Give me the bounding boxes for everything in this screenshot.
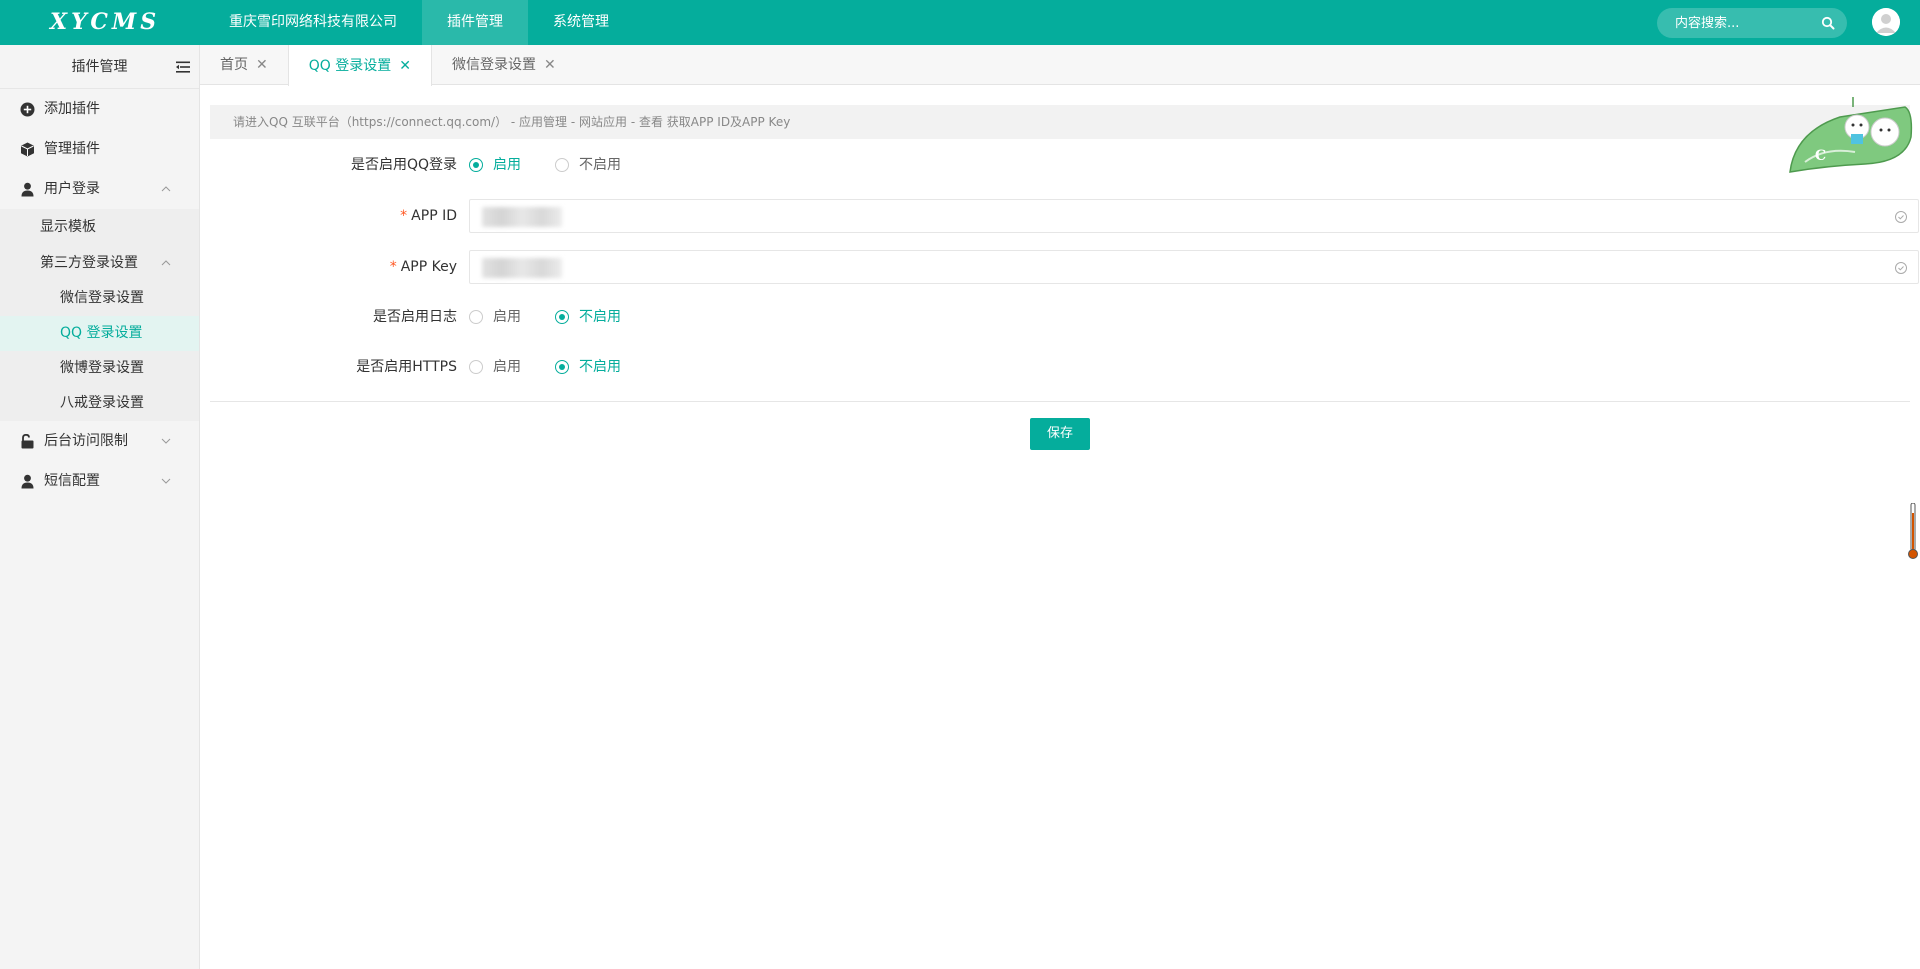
close-icon[interactable]: ✕ (544, 45, 556, 85)
close-icon[interactable]: ✕ (399, 46, 411, 86)
app-key-value-redacted (482, 258, 562, 278)
sidebar-item-wechat-login[interactable]: 微信登录设置 (0, 281, 199, 316)
topnav-system[interactable]: 系统管理 (528, 0, 634, 45)
radio-enable-https-off[interactable]: 不启用 (555, 350, 621, 384)
radio-enable-qq-on[interactable]: 启用 (469, 148, 521, 182)
menu-toggle-icon[interactable] (175, 59, 191, 75)
row-app-id: * APP ID (210, 199, 1919, 233)
top-nav: 重庆雪印网络科技有限公司 插件管理 系统管理 (204, 0, 634, 45)
radio-enable-log-off[interactable]: 不启用 (555, 300, 621, 334)
chevron-down-icon (161, 478, 171, 484)
cube-icon (21, 142, 34, 157)
row-app-key: * APP Key (210, 250, 1919, 284)
tab-home[interactable]: 首页 ✕ (200, 45, 288, 85)
topnav-plugins[interactable]: 插件管理 (422, 0, 528, 45)
radio-label: 不启用 (579, 157, 621, 173)
svg-text:C: C (1815, 148, 1826, 164)
radio-label: 不启用 (579, 309, 621, 325)
sidebar-item-label: 后台访问限制 (44, 433, 128, 449)
close-icon[interactable]: ✕ (256, 45, 268, 85)
topnav-company[interactable]: 重庆雪印网络科技有限公司 (204, 0, 422, 45)
tab-wechat-login[interactable]: 微信登录设置 ✕ (432, 45, 576, 85)
radio-dot-icon (555, 158, 569, 172)
radio-enable-log-on[interactable]: 启用 (469, 300, 521, 334)
sidebar-item-label: 添加插件 (44, 101, 100, 117)
form-divider (210, 401, 1910, 402)
sidebar-item-access-limit[interactable]: 后台访问限制 (0, 421, 199, 461)
sidebar-item-label: 短信配置 (44, 473, 100, 489)
plus-circle-icon (20, 102, 35, 117)
sidebar-header: 插件管理 (0, 45, 199, 89)
sidebar-item-label: 显示模板 (40, 219, 96, 235)
tab-qq-login[interactable]: QQ 登录设置 ✕ (287, 45, 432, 86)
required-mark: * (400, 208, 408, 224)
radio-label: 启用 (493, 359, 521, 375)
check-circle-icon (1895, 262, 1907, 274)
user-icon (21, 182, 34, 197)
radio-enable-https-on[interactable]: 启用 (469, 350, 521, 384)
sidebar: 插件管理 添加插件 管理插件 用户登录 显示模板 第三方登录设置 微信登录设置 … (0, 45, 200, 969)
sidebar-item-label: 管理插件 (44, 141, 100, 157)
sidebar-item-weibo-login[interactable]: 微博登录设置 (0, 351, 199, 386)
save-button[interactable]: 保存 (1030, 418, 1090, 450)
sidebar-item-third-party-login[interactable]: 第三方登录设置 (0, 245, 199, 281)
thermometer-icon (1908, 503, 1918, 559)
radio-dot-icon (469, 158, 483, 172)
logo[interactable]: XYCMS (50, 0, 160, 45)
mascot-sticker-icon[interactable]: C (1785, 92, 1915, 178)
search-input[interactable] (1675, 8, 1815, 38)
sidebar-item-qq-login[interactable]: QQ 登录设置 (0, 316, 199, 351)
label-enable-qq: 是否启用QQ登录 (350, 157, 457, 173)
tab-bar: 首页 ✕ QQ 登录设置 ✕ 微信登录设置 ✕ (200, 45, 1920, 86)
chevron-down-icon (161, 438, 171, 444)
app-id-input[interactable] (469, 199, 1919, 233)
sidebar-item-label: 第三方登录设置 (40, 255, 138, 271)
row-enable-qq: 是否启用QQ登录 启用 不启用 (210, 148, 1910, 182)
label-enable-log: 是否启用日志 (373, 309, 457, 325)
user-icon (21, 474, 34, 489)
radio-dot-icon (555, 360, 569, 374)
label-text: APP ID (411, 208, 457, 224)
sidebar-item-sms-config[interactable]: 短信配置 (0, 461, 199, 501)
avatar[interactable] (1872, 8, 1900, 36)
chevron-up-icon (161, 260, 171, 266)
chevron-up-icon (161, 186, 171, 192)
radio-enable-qq-off[interactable]: 不启用 (555, 148, 621, 182)
radio-dot-icon (555, 310, 569, 324)
unlock-icon (21, 434, 34, 449)
sidebar-item-bajie-login[interactable]: 八戒登录设置 (0, 386, 199, 421)
search-icon[interactable] (1821, 16, 1835, 30)
radio-label: 启用 (493, 157, 521, 173)
radio-label: 不启用 (579, 359, 621, 375)
sidebar-item-add-plugin[interactable]: 添加插件 (0, 89, 199, 129)
radio-dot-icon (469, 310, 483, 324)
sidebar-item-manage-plugin[interactable]: 管理插件 (0, 129, 199, 169)
label-app-id: * APP ID (210, 199, 457, 233)
radio-dot-icon (469, 360, 483, 374)
user-avatar-icon (1872, 8, 1900, 36)
tip-banner: 请进入QQ 互联平台（https://connect.qq.com/） - 应用… (210, 105, 1910, 139)
app-key-input[interactable] (469, 250, 1919, 284)
top-bar: XYCMS 重庆雪印网络科技有限公司 插件管理 系统管理 (0, 0, 1920, 45)
required-mark: * (389, 259, 397, 275)
label-enable-https: 是否启用HTTPS (356, 359, 457, 375)
sidebar-item-user-login[interactable]: 用户登录 (0, 169, 199, 209)
radio-label: 启用 (493, 309, 521, 325)
sidebar-item-display-template[interactable]: 显示模板 (0, 209, 199, 245)
tab-label: 首页 (220, 57, 248, 73)
search-box (1657, 8, 1847, 38)
tab-label: QQ 登录设置 (308, 57, 392, 74)
row-enable-https: 是否启用HTTPS 启用 不启用 (210, 350, 1910, 384)
app-id-value-redacted (482, 207, 562, 227)
check-circle-icon (1895, 211, 1907, 223)
label-app-key: * APP Key (210, 250, 457, 284)
sidebar-title: 插件管理 (71, 59, 128, 75)
label-text: APP Key (400, 259, 457, 275)
tab-label: 微信登录设置 (451, 57, 536, 73)
row-enable-log: 是否启用日志 启用 不启用 (210, 300, 1910, 334)
sidebar-item-label: 用户登录 (44, 181, 100, 197)
